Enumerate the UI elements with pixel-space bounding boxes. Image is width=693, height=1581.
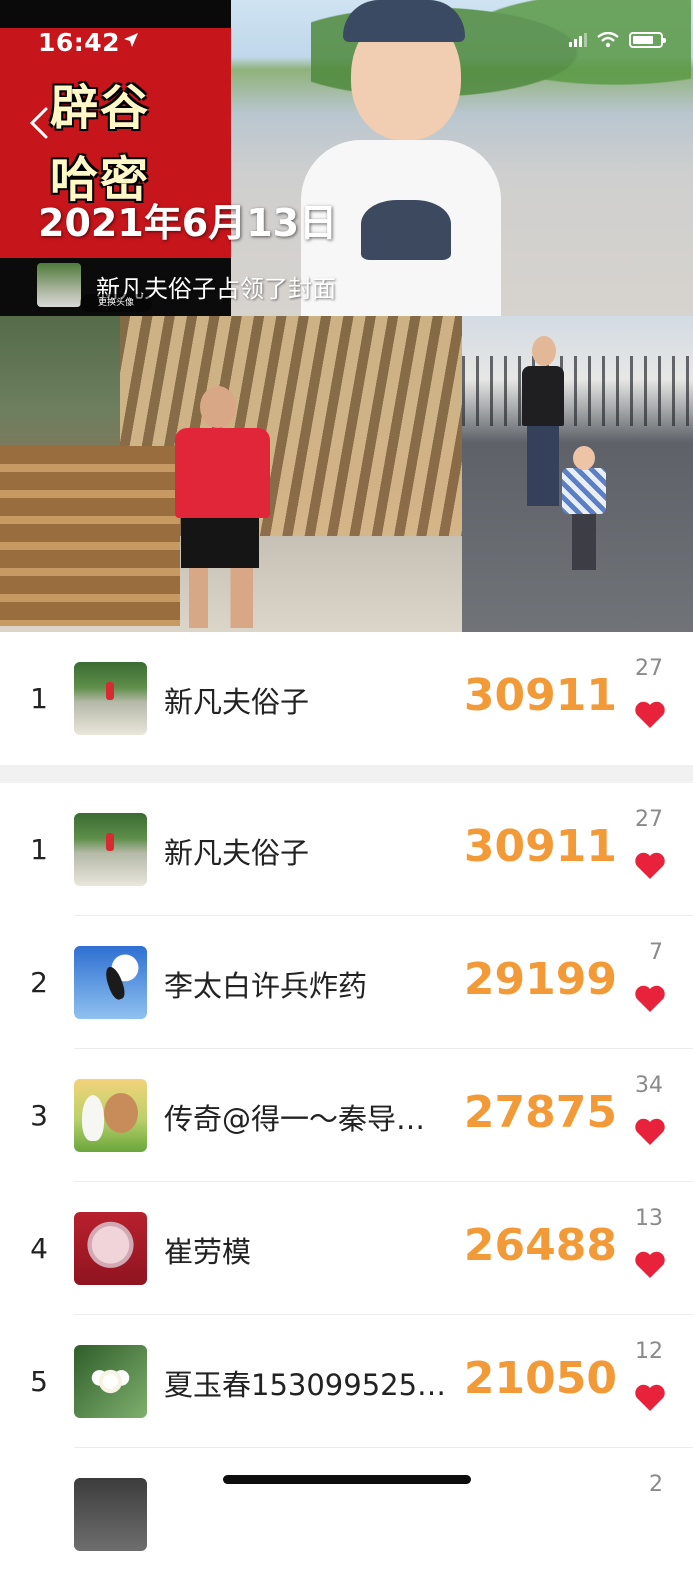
- user-name: 新凡夫俗子: [164, 685, 310, 719]
- heart-icon[interactable]: [634, 851, 666, 881]
- home-indicator[interactable]: [223, 1475, 471, 1484]
- wifi-icon: [597, 31, 619, 48]
- battery-icon: [629, 32, 666, 48]
- user-name: 新凡夫俗子: [164, 836, 310, 870]
- walking-photo: [0, 316, 462, 632]
- step-score: 26488: [463, 1220, 617, 1271]
- step-score: 27875: [463, 1087, 617, 1138]
- leaderboard-row[interactable]: 5 夏玉春153099525… 21050 12: [0, 1315, 693, 1448]
- like-count: 34: [635, 1073, 663, 1098]
- user-avatar[interactable]: [74, 1345, 147, 1418]
- leaderboard-row[interactable]: 4 崔劳模 26488 13: [0, 1182, 693, 1315]
- heart-icon[interactable]: [634, 1117, 666, 1147]
- user-name: 李太白许兵炸药: [164, 969, 368, 1003]
- change-avatar-label[interactable]: 更换头像: [80, 294, 152, 312]
- leaderboard-row[interactable]: 3 传奇@得一～秦导… 27875 34: [0, 1049, 693, 1182]
- heart-icon[interactable]: [634, 700, 666, 730]
- rank-number: 5: [30, 1365, 48, 1398]
- header-date: 2021年6月13日: [38, 201, 338, 245]
- rank-number: 4: [30, 1232, 48, 1265]
- like-count: 27: [635, 807, 663, 832]
- back-button[interactable]: [28, 106, 52, 139]
- step-score: 21050: [463, 1353, 617, 1404]
- user-name: 传奇@得一～秦导…: [164, 1102, 426, 1136]
- user-name: 夏玉春153099525…: [164, 1368, 447, 1402]
- chevron-left-icon: [29, 107, 48, 139]
- user-avatar[interactable]: [74, 662, 147, 735]
- signal-icon: [569, 33, 587, 47]
- leaderboard-row[interactable]: 2 李太白许兵炸药 29199 7: [0, 916, 693, 1049]
- location-arrow-icon: [122, 30, 140, 54]
- like-count: 13: [635, 1206, 663, 1231]
- rank-number: 1: [30, 682, 48, 715]
- rank-number: 1: [30, 833, 48, 866]
- heart-icon[interactable]: [634, 1250, 666, 1280]
- heart-icon[interactable]: [634, 984, 666, 1014]
- kid-walking-photo: [462, 316, 693, 632]
- section-separator: [0, 765, 693, 783]
- leaderboard-row[interactable]: 1 新凡夫俗子 30911 27: [0, 783, 693, 916]
- like-count: 12: [635, 1339, 663, 1364]
- user-avatar[interactable]: [74, 1478, 147, 1551]
- status-icons: [569, 31, 666, 48]
- user-avatar[interactable]: [74, 1212, 147, 1285]
- step-score: 29199: [463, 954, 617, 1005]
- leaderboard-row[interactable]: 2: [0, 1448, 693, 1581]
- step-score: 30911: [463, 670, 617, 721]
- rank-number: 2: [30, 966, 48, 999]
- rank-number: 3: [30, 1099, 48, 1132]
- like-count: 7: [649, 940, 663, 965]
- heart-icon[interactable]: [634, 1383, 666, 1413]
- cover-header: 16:42 辟谷 哈密 2021年6月13日 新凡夫俗子占领了封面 更换头像: [0, 0, 693, 316]
- like-count: 2: [649, 1472, 663, 1497]
- user-name: 崔劳模: [164, 1235, 252, 1269]
- user-avatar[interactable]: [74, 946, 147, 1019]
- title-line-1: 辟谷: [50, 80, 151, 136]
- user-avatar[interactable]: [74, 1079, 147, 1152]
- status-time: 16:42: [38, 28, 121, 57]
- like-count: 27: [635, 656, 663, 681]
- user-avatar[interactable]: [74, 813, 147, 886]
- my-rank-row[interactable]: 1 新凡夫俗子 30911 27: [0, 632, 693, 765]
- step-score: 30911: [463, 821, 617, 872]
- cover-owner-avatar[interactable]: [37, 263, 81, 307]
